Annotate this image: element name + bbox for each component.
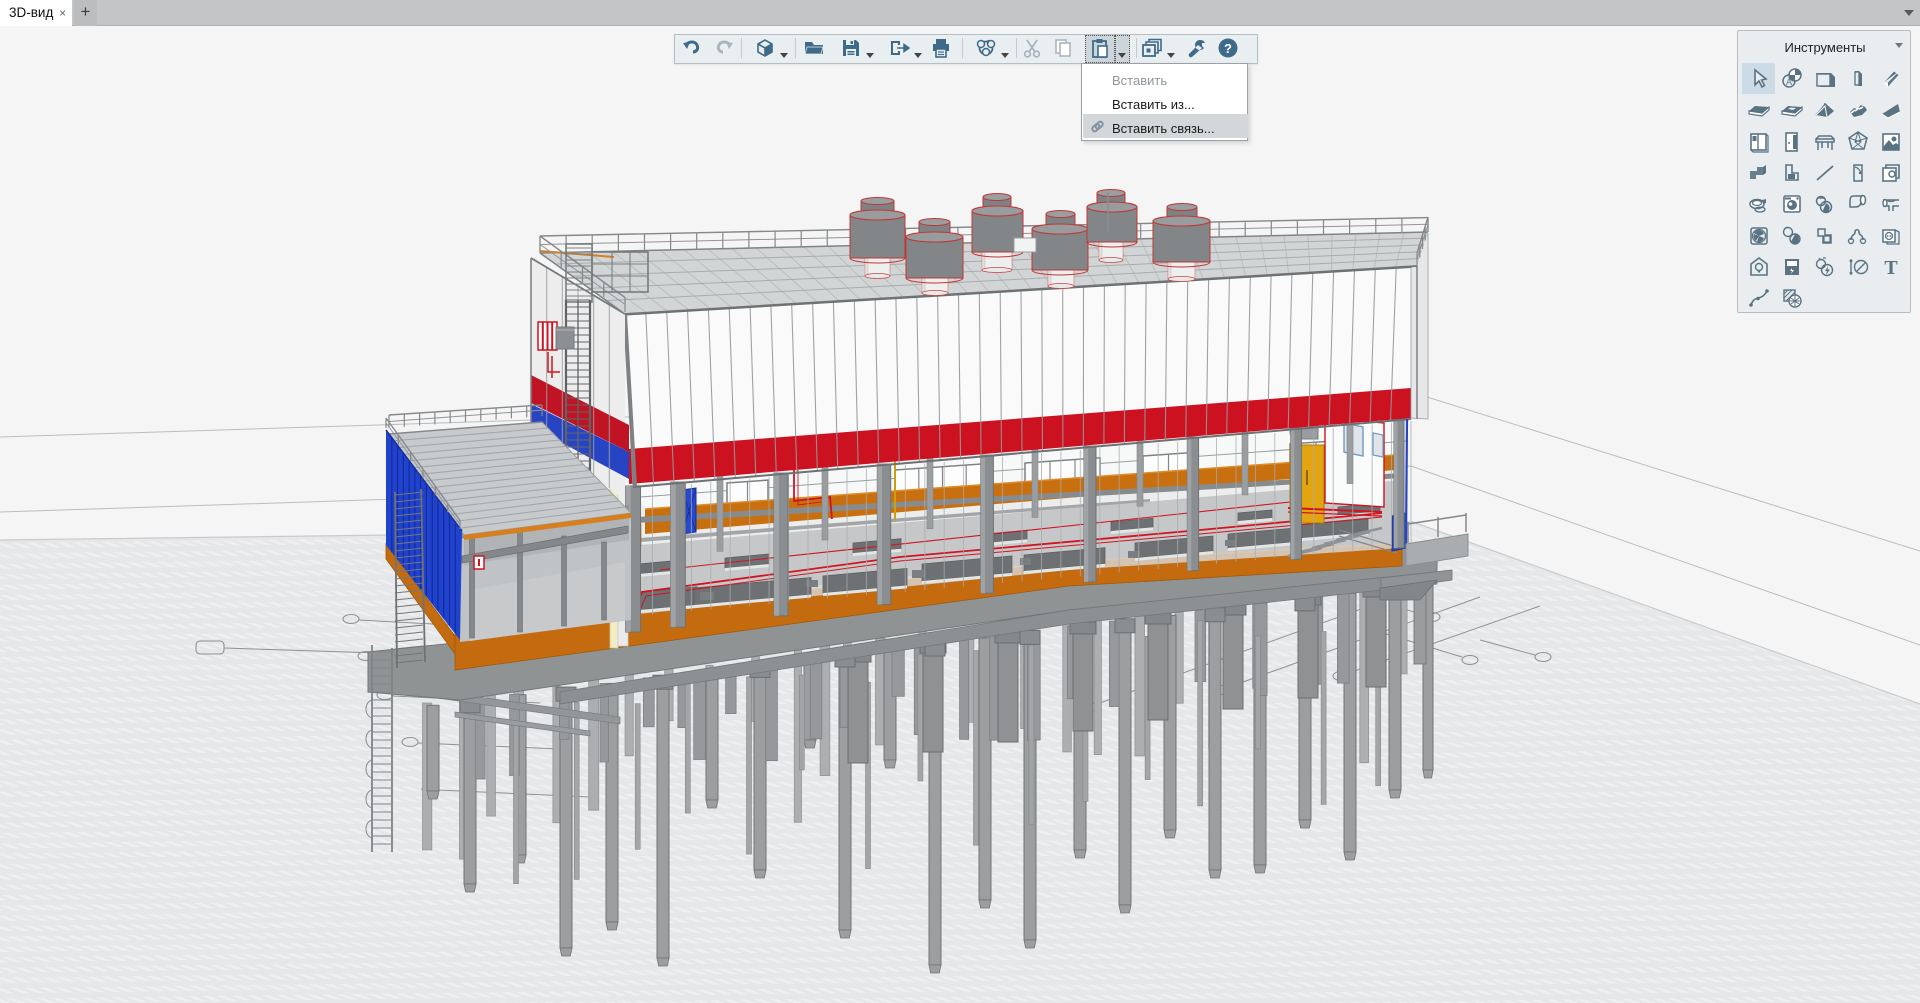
svg-text:?: ? <box>1224 41 1232 56</box>
svg-text:T: T <box>1884 257 1898 279</box>
